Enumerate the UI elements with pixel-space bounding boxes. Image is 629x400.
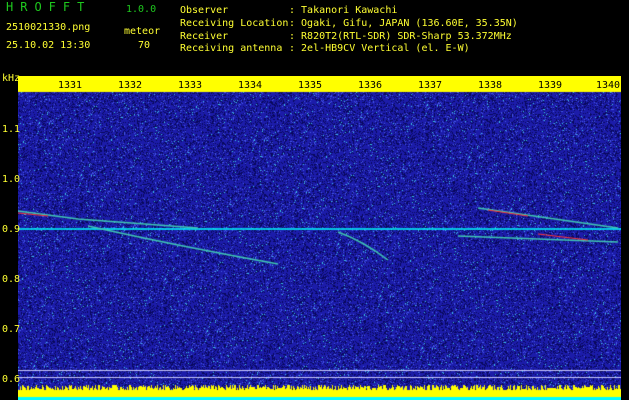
x-tick-label: 1334 bbox=[237, 80, 263, 91]
info-label: Observer bbox=[180, 5, 229, 16]
y-tick-label: 0.8 bbox=[2, 274, 21, 285]
x-tick-label: 1339 bbox=[537, 80, 563, 91]
station-info: Observer : Takanori Kawachi Receiving Lo… bbox=[180, 5, 518, 56]
info-value: : R820T2(RTL-SDR) SDR-Sharp 53.372MHz bbox=[289, 30, 512, 42]
x-tick-label: 1332 bbox=[117, 80, 143, 91]
app-title: HROFFT bbox=[6, 0, 92, 14]
info-row-receiver: Receiver : R820T2(RTL-SDR) SDR-Sharp 53.… bbox=[180, 31, 518, 44]
x-tick-label: 1335 bbox=[297, 80, 323, 91]
info-row-observer: Observer : Takanori Kawachi bbox=[180, 5, 518, 18]
x-tick-label: 1340 bbox=[595, 80, 621, 91]
meteor-label: meteor bbox=[124, 26, 161, 37]
x-tick-label: 1333 bbox=[177, 80, 203, 91]
info-row-antenna: Receiving antenna : 2el-HB9CV Vertical (… bbox=[180, 43, 518, 56]
info-label: Receiving Location bbox=[180, 17, 289, 29]
y-tick-label: 0.9 bbox=[2, 224, 21, 235]
x-tick-label: 1338 bbox=[477, 80, 503, 91]
info-value: : Takanori Kawachi bbox=[289, 5, 398, 16]
info-label: Receiving antenna bbox=[180, 43, 283, 55]
timestamp: 25.10.02 13:30 bbox=[6, 40, 91, 51]
x-tick-label: 1331 bbox=[57, 80, 83, 91]
y-tick-label: 0.6 bbox=[2, 374, 21, 385]
spectrogram-canvas bbox=[18, 76, 621, 400]
app-version: 1.0.0 bbox=[126, 4, 157, 15]
y-tick-label: 1.0 bbox=[2, 174, 21, 185]
x-tick-label: 1337 bbox=[417, 80, 443, 91]
meteor-count: 70 bbox=[138, 40, 151, 51]
info-row-location: Receiving Location : Ogaki, Gifu, JAPAN … bbox=[180, 18, 518, 31]
info-value: : 2el-HB9CV Vertical (el. E-W) bbox=[289, 43, 470, 55]
y-tick-label: 0.7 bbox=[2, 324, 21, 335]
x-tick-label: 1336 bbox=[357, 80, 383, 91]
info-value: : Ogaki, Gifu, JAPAN (136.60E, 35.35N) bbox=[289, 17, 518, 29]
file-name: 2510021330.png bbox=[6, 22, 91, 33]
info-label: Receiver bbox=[180, 30, 229, 42]
y-tick-label: 1.1 bbox=[2, 124, 21, 135]
